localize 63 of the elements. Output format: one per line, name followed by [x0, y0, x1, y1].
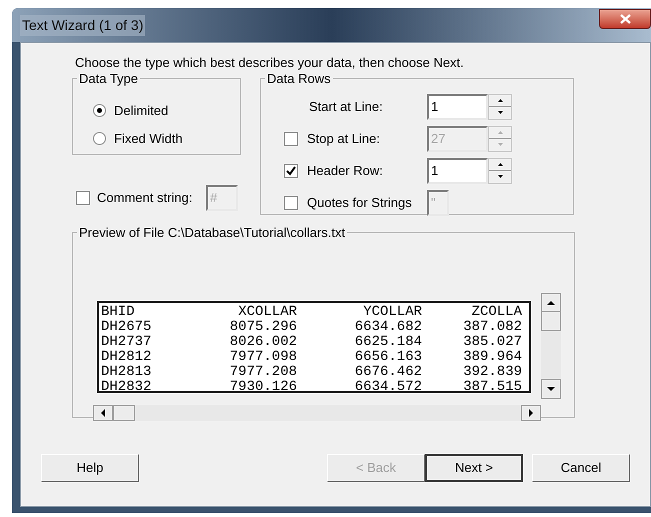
checkbox[interactable] [284, 164, 298, 178]
table-cell-text: 7977.098 [228, 350, 297, 364]
table-cell-text: 6656.163 [354, 350, 422, 364]
down-arrow-icon [498, 175, 502, 178]
spin-buttons[interactable] [488, 158, 512, 184]
table-cell-text: 8075.296 [228, 320, 297, 334]
table-cell-text: DH2813 [101, 364, 152, 380]
table-cell-text: 387.082 [462, 320, 522, 334]
scroll-thumb[interactable] [113, 404, 135, 420]
table-cell-text: DH2812 [101, 350, 152, 364]
input-field[interactable]: 1 [427, 158, 488, 184]
field-label: Stop at Line: [307, 130, 381, 148]
dialog-button[interactable]: Cancel [532, 454, 630, 482]
dialog-button[interactable]: Next > [425, 454, 523, 482]
left-arrow-icon [101, 408, 105, 416]
up-arrow-icon [498, 162, 502, 166]
vertical-scrollbar[interactable] [541, 292, 561, 398]
up-arrow-icon [498, 130, 502, 134]
table-cell-text: 385.027 [462, 334, 522, 350]
table-cell-text: 6676.462 [354, 364, 422, 380]
group-label: Preview of File C:\Database\Tutorial\collars.txt [78, 224, 346, 242]
table-cell-text: 6625.184 [354, 334, 422, 350]
table-cell-text: 7930.126 [228, 380, 297, 390]
table-cell-text: 389.964 [462, 350, 522, 364]
window-title: Text Wizard (1 of 3) [20, 14, 146, 36]
instruction-text: Choose the type which best describes your data, then choose Next. [75, 55, 465, 70]
table-cell-text: 392.839 [462, 364, 522, 380]
down-arrow-icon [498, 143, 502, 146]
dialog-button[interactable]: Help [41, 454, 139, 482]
close-button[interactable] [599, 9, 651, 29]
table-cell-text: DH2675 [101, 320, 152, 334]
radio-button[interactable] [93, 104, 106, 117]
checkmark-icon [286, 166, 296, 176]
input-field[interactable]: 1 [427, 94, 488, 120]
close-icon [620, 14, 630, 24]
table-cell-text: 7977.208 [228, 364, 297, 380]
table-cell-text: 6634.682 [354, 320, 422, 334]
table-cell-text: YCOLLAR [362, 304, 422, 320]
up-arrow-icon [547, 300, 555, 304]
right-arrow-icon [529, 408, 533, 416]
down-arrow-icon [547, 386, 555, 390]
up-arrow-icon [498, 98, 502, 102]
spin-buttons[interactable] [488, 94, 512, 120]
group-label: Data Type [78, 70, 140, 88]
table-cell-text: 387.515 [462, 380, 522, 390]
comment-label: Comment string: [97, 189, 194, 208]
group-label: Data Rows [266, 70, 332, 88]
horizontal-scrollbar[interactable] [93, 404, 541, 420]
option-label: Fixed Width [114, 130, 183, 148]
table-cell-text: 8026.002 [228, 334, 297, 350]
table-cell-text: 6634.572 [354, 380, 422, 390]
option-label: Delimited [114, 102, 168, 120]
table-cell-text: XCOLLAR [237, 304, 297, 320]
table-cell-text: ZCOLLA [470, 304, 522, 320]
field-label: Start at Line: [308, 98, 384, 116]
radio-button[interactable] [93, 132, 106, 145]
table-cell-text: BHID [101, 304, 136, 320]
field-label: Header Row: [307, 162, 384, 180]
field-label: Quotes for Strings [307, 194, 413, 212]
table-cell-text: DH2832 [101, 380, 152, 390]
scroll-thumb[interactable] [541, 310, 561, 330]
table-cell-text: DH2737 [101, 334, 152, 350]
down-arrow-icon [498, 111, 502, 114]
